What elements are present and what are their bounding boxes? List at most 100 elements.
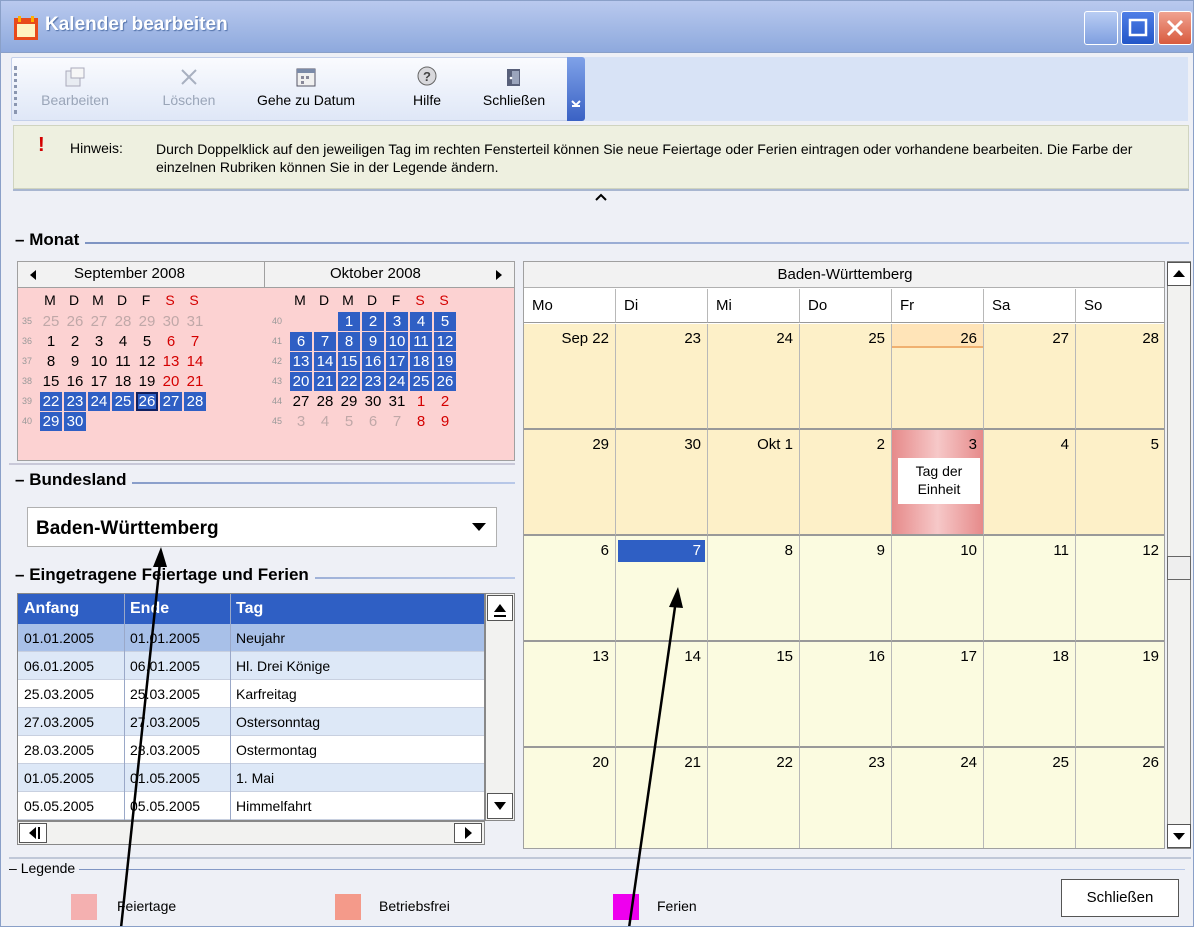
mini-day-september[interactable]: 13 [160, 352, 182, 371]
mini-day-oktober[interactable]: 2 [434, 392, 456, 411]
calendar-day-cell[interactable]: 18 [984, 642, 1076, 748]
mini-day-oktober[interactable]: 10 [386, 332, 408, 351]
mini-day-oktober[interactable]: 7 [386, 412, 408, 431]
mini-day-september[interactable]: 17 [88, 372, 110, 391]
mini-day-oktober[interactable]: 26 [434, 372, 456, 391]
dropdown-arrow-icon[interactable] [472, 523, 486, 531]
calendar-day-cell[interactable]: 13 [524, 642, 616, 748]
mini-day-september[interactable]: 2 [64, 332, 86, 351]
mini-day-september[interactable]: 8 [40, 352, 62, 371]
mini-day-oktober[interactable]: 1 [338, 312, 360, 331]
mini-day-oktober[interactable]: 20 [290, 372, 312, 391]
table-row[interactable]: 27.03.2005 27.03.2005 Ostersonntag [18, 708, 484, 736]
calendar-day-cell[interactable]: 24 [708, 324, 800, 430]
collapse-splitter[interactable] [13, 189, 1189, 203]
mini-day-oktober[interactable]: 2 [362, 312, 384, 331]
calendar-day-cell[interactable]: 22 [708, 748, 800, 848]
mini-day-september[interactable]: 5 [136, 332, 158, 351]
mini-day-september[interactable]: 11 [112, 352, 134, 371]
mini-day-oktober[interactable]: 16 [362, 352, 384, 371]
mini-day-september[interactable]: 22 [40, 392, 62, 411]
mini-day-september[interactable]: 27 [160, 392, 182, 411]
calendar-day-cell[interactable]: 21 [616, 748, 708, 848]
month-calendar[interactable]: Baden-Württemberg Mo Di Mi Do Fr Sa So Sep 22 23… [523, 261, 1165, 849]
calendar-day-cell[interactable]: 4 [984, 430, 1076, 536]
mini-day-september[interactable]: 3 [88, 332, 110, 351]
legend-swatch-feiertage[interactable] [71, 894, 97, 920]
calendar-day-cell[interactable]: 7 [616, 536, 708, 642]
mini-day-oktober[interactable]: 8 [338, 332, 360, 351]
scroll-down-button[interactable] [487, 793, 513, 819]
mini-calendar[interactable]: September 2008 Oktober 2008 MDMDFSSMDMDF… [17, 261, 515, 461]
mini-day-september[interactable]: 27 [88, 312, 110, 331]
help-button[interactable]: ? Hilfe [402, 58, 452, 120]
table-row[interactable]: 01.05.2005 01.05.2005 1. Mai [18, 764, 484, 792]
mini-day-september[interactable]: 20 [160, 372, 182, 391]
holiday-table-hscrollbar[interactable] [17, 821, 485, 845]
mini-day-september[interactable]: 12 [136, 352, 158, 371]
mini-day-oktober[interactable]: 28 [314, 392, 336, 411]
calendar-day-cell[interactable]: 20 [524, 748, 616, 848]
prev-month-icon[interactable] [28, 269, 38, 281]
mini-day-september[interactable]: 25 [112, 392, 134, 411]
mini-day-oktober[interactable]: 17 [386, 352, 408, 371]
mini-day-oktober[interactable]: 27 [290, 392, 312, 411]
mini-day-oktober[interactable]: 31 [386, 392, 408, 411]
calendar-day-cell[interactable]: Okt 1 [708, 430, 800, 536]
calendar-day-cell[interactable]: 6 [524, 536, 616, 642]
close-button[interactable]: Schließen [1061, 879, 1179, 917]
mini-day-oktober[interactable]: 7 [314, 332, 336, 351]
calendar-day-cell[interactable]: 2 [800, 430, 892, 536]
mini-day-september[interactable]: 29 [40, 412, 62, 431]
calendar-day-cell[interactable]: Sep 22 [524, 324, 616, 430]
mini-day-september[interactable]: 14 [184, 352, 206, 371]
mini-day-oktober[interactable]: 6 [362, 412, 384, 431]
calendar-day-cell[interactable]: 11 [984, 536, 1076, 642]
mini-day-september[interactable]: 29 [136, 312, 158, 331]
calendar-day-cell[interactable]: 5 [1076, 430, 1164, 536]
mini-day-oktober[interactable]: 14 [314, 352, 336, 371]
mini-day-oktober[interactable]: 5 [338, 412, 360, 431]
legend-swatch-betriebsfrei[interactable] [335, 894, 361, 920]
close-toolbar-button[interactable]: Schließen [472, 58, 556, 120]
calendar-day-cell[interactable]: 29 [524, 430, 616, 536]
mini-day-september[interactable]: 28 [184, 392, 206, 411]
calendar-day-cell[interactable]: 3 Tag der Einheit [892, 430, 984, 536]
table-row[interactable]: 01.01.2005 01.01.2005 Neujahr [18, 624, 484, 652]
calendar-day-cell[interactable]: 14 [616, 642, 708, 748]
mini-day-september[interactable]: 26 [136, 392, 158, 411]
mini-day-september[interactable]: 23 [64, 392, 86, 411]
edit-button[interactable]: Bearbeiten [34, 58, 116, 120]
next-month-icon[interactable] [494, 269, 504, 281]
table-row[interactable]: 25.03.2005 25.03.2005 Karfreitag [18, 680, 484, 708]
mini-day-september[interactable]: 28 [112, 312, 134, 331]
maximize-button[interactable] [1121, 11, 1155, 45]
calendar-day-cell[interactable]: 23 [800, 748, 892, 848]
calendar-day-cell[interactable]: 17 [892, 642, 984, 748]
calendar-day-cell[interactable]: 9 [800, 536, 892, 642]
mini-day-oktober[interactable]: 1 [410, 392, 432, 411]
mini-day-oktober[interactable]: 9 [362, 332, 384, 351]
calendar-scroll-up-button[interactable] [1167, 262, 1191, 286]
mini-day-oktober[interactable]: 25 [410, 372, 432, 391]
calendar-day-cell[interactable]: 16 [800, 642, 892, 748]
calendar-day-cell[interactable]: 19 [1076, 642, 1164, 748]
mini-day-oktober[interactable]: 4 [314, 412, 336, 431]
mini-day-september[interactable]: 10 [88, 352, 110, 371]
calendar-day-cell[interactable]: 28 [1076, 324, 1164, 430]
goto-date-button[interactable]: Gehe zu Datum [252, 58, 360, 120]
mini-day-september[interactable]: 1 [40, 332, 62, 351]
mini-day-oktober[interactable]: 12 [434, 332, 456, 351]
mini-day-september[interactable]: 9 [64, 352, 86, 371]
mini-day-september[interactable]: 31 [184, 312, 206, 331]
mini-day-oktober[interactable]: 30 [362, 392, 384, 411]
mini-day-september[interactable]: 18 [112, 372, 134, 391]
holiday-table-vscrollbar[interactable] [485, 593, 515, 821]
mini-day-oktober[interactable]: 21 [314, 372, 336, 391]
title-bar[interactable]: Kalender bearbeiten [1, 1, 1193, 53]
mini-day-oktober[interactable]: 3 [290, 412, 312, 431]
calendar-day-cell[interactable]: 23 [616, 324, 708, 430]
calendar-day-cell[interactable]: 15 [708, 642, 800, 748]
mini-day-oktober[interactable]: 29 [338, 392, 360, 411]
state-select[interactable]: Baden-Württemberg [27, 507, 497, 547]
